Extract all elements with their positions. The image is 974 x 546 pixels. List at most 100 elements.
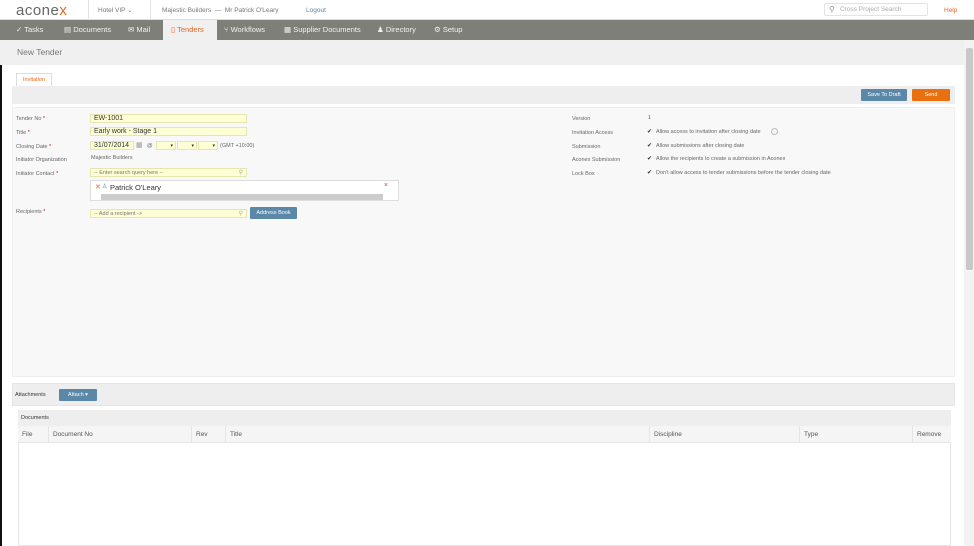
nav-label: Supplier Documents xyxy=(293,25,361,34)
save-to-draft-button[interactable]: Save To Draft xyxy=(861,89,907,101)
tender-icon: ▯ xyxy=(171,25,176,34)
user-name: Mr Patrick O'Leary xyxy=(224,7,279,14)
nav-documents[interactable]: ▤ Documents xyxy=(56,20,119,40)
invitation-form xyxy=(12,107,955,377)
nav-setup[interactable]: ⚙ Setup xyxy=(426,20,470,40)
tender-no-label: Tender No * xyxy=(16,116,46,122)
column-discipline[interactable]: Discipline xyxy=(649,426,682,443)
search-placeholder: Cross Project Search xyxy=(840,6,902,13)
document-icon: ▤ xyxy=(64,25,72,34)
divider xyxy=(88,0,89,20)
attachments-label: Attachments xyxy=(15,392,46,398)
initiator-contact-label: Initiator Contact * xyxy=(16,171,59,177)
nav-label: Documents xyxy=(73,25,112,34)
invitation-access-checkbox[interactable]: ✔ xyxy=(647,128,652,135)
documents-header: Documents xyxy=(18,410,951,426)
aconex-logo[interactable]: aconex xyxy=(16,2,67,19)
info-icon[interactable] xyxy=(771,128,778,135)
nav-label: Setup xyxy=(442,25,463,34)
version-value: 1 xyxy=(648,115,652,121)
address-book-button[interactable]: Address Book xyxy=(250,207,297,219)
column-file[interactable]: File xyxy=(18,426,32,443)
search-icon: ⚲ xyxy=(829,5,835,14)
closing-date-input[interactable]: 31/07/2014 xyxy=(90,141,134,150)
lock-box-label: Lock Box xyxy=(572,171,595,177)
scrollbar-thumb[interactable] xyxy=(966,48,973,270)
column-type[interactable]: Type xyxy=(799,426,818,443)
initiator-contact-search[interactable]: -- Enter search query here -- ⚲ xyxy=(90,168,247,177)
nav-directory[interactable]: ♟ Directory xyxy=(369,20,424,40)
chevron-down-icon: ⌄ xyxy=(127,7,133,14)
tab-invitation[interactable]: Invitation xyxy=(16,73,52,87)
mail-icon: ✉ xyxy=(128,25,135,34)
nav-label: Tasks xyxy=(24,25,44,34)
logo-x: x xyxy=(59,2,68,19)
divider xyxy=(150,0,151,20)
directory-icon: ♟ xyxy=(377,25,384,34)
page-title: New Tender xyxy=(17,47,63,57)
caret-down-icon: ▾ xyxy=(85,392,88,398)
recipients-label: Recipients * xyxy=(16,209,46,215)
search-placeholder: -- Enter search query here -- xyxy=(94,170,164,176)
check-icon: ✓ xyxy=(16,25,23,34)
search-icon: ⚲ xyxy=(238,170,243,176)
supplier-documents-icon: ▦ xyxy=(284,25,292,34)
nav-label: Directory xyxy=(385,25,416,34)
org-name: Majestic Builders xyxy=(162,7,212,14)
column-document-no[interactable]: Document No xyxy=(48,426,93,443)
submission-text: Allow submissions after closing date xyxy=(656,143,745,149)
nav-label: Workflows xyxy=(230,25,266,34)
submission-checkbox[interactable]: ✔ xyxy=(647,142,652,149)
tender-no-input[interactable]: EW-1001 xyxy=(90,114,247,123)
action-toolbar: Save To Draft Send xyxy=(12,86,955,104)
workflow-icon: ⑂ xyxy=(224,25,229,34)
minute-select[interactable]: ▾ xyxy=(177,141,197,150)
send-button[interactable]: Send xyxy=(912,89,950,101)
column-remove[interactable]: Remove xyxy=(912,426,941,443)
timezone: (GMT +10:00) xyxy=(220,143,255,149)
main-nav: ✓ Tasks ▤ Documents ✉ Mail ▯ Tenders ⑂ W… xyxy=(0,20,974,40)
project-name: Hotel VIP xyxy=(98,7,126,14)
recipient-input[interactable]: -- Add a recipient -> ⚲ xyxy=(90,209,247,218)
hour-select[interactable]: ▾ xyxy=(156,141,176,150)
logout-link[interactable]: Logout xyxy=(306,7,326,14)
title-bar xyxy=(0,40,964,65)
title-input[interactable]: Early work - Stage 1 xyxy=(90,127,247,136)
delete-icon[interactable]: × xyxy=(384,182,388,189)
remove-contact-icon[interactable]: ✕ xyxy=(95,183,101,191)
title-label: Title * xyxy=(16,130,30,136)
horizontal-scrollbar[interactable] xyxy=(101,194,383,200)
nav-tenders[interactable]: ▯ Tenders xyxy=(163,20,217,40)
version-label: Version xyxy=(572,116,591,122)
left-edge xyxy=(0,40,2,546)
recipient-placeholder: -- Add a recipient -> xyxy=(94,211,143,217)
dash: — xyxy=(214,7,222,14)
gear-icon: ⚙ xyxy=(434,25,441,34)
user-info: Majestic Builders — Mr Patrick O'Leary xyxy=(162,7,279,14)
user-icon: ♙ xyxy=(102,184,108,190)
nav-workflows[interactable]: ⑂ Workflows xyxy=(216,20,273,40)
project-selector[interactable]: Hotel VIP ⌄ xyxy=(98,6,133,14)
initiator-org-label: Initiator Organization xyxy=(16,157,67,163)
ampm-select[interactable]: ▾ xyxy=(198,141,218,150)
column-rev[interactable]: Rev xyxy=(191,426,208,443)
lock-box-checkbox[interactable]: ✔ xyxy=(647,169,652,176)
initiator-org-value: Majestic Builders xyxy=(91,155,133,161)
column-title[interactable]: Title xyxy=(225,426,242,443)
at-symbol: @ xyxy=(147,143,153,149)
calendar-icon[interactable]: ▦ xyxy=(136,141,143,149)
attach-button[interactable]: Attach ▾ xyxy=(59,389,97,401)
aconex-submission-checkbox[interactable]: ✔ xyxy=(647,155,652,162)
aconex-submission-label: Aconex Submission xyxy=(572,157,621,163)
documents-label: Documents xyxy=(21,415,49,421)
nav-label: Tenders xyxy=(177,25,204,34)
submission-label: Submission xyxy=(572,144,601,150)
cross-project-search-input[interactable]: ⚲ Cross Project Search xyxy=(824,3,928,16)
nav-mail[interactable]: ✉ Mail xyxy=(120,20,158,40)
logo-text: acone xyxy=(16,2,60,19)
nav-tasks[interactable]: ✓ Tasks xyxy=(8,20,51,40)
help-link[interactable]: Help xyxy=(944,7,957,14)
documents-table-header: File Document No Rev Title Discipline Ty… xyxy=(18,426,951,443)
nav-supplier-documents[interactable]: ▦ Supplier Documents xyxy=(276,20,369,40)
closing-date-label: Closing Date * xyxy=(16,144,52,150)
